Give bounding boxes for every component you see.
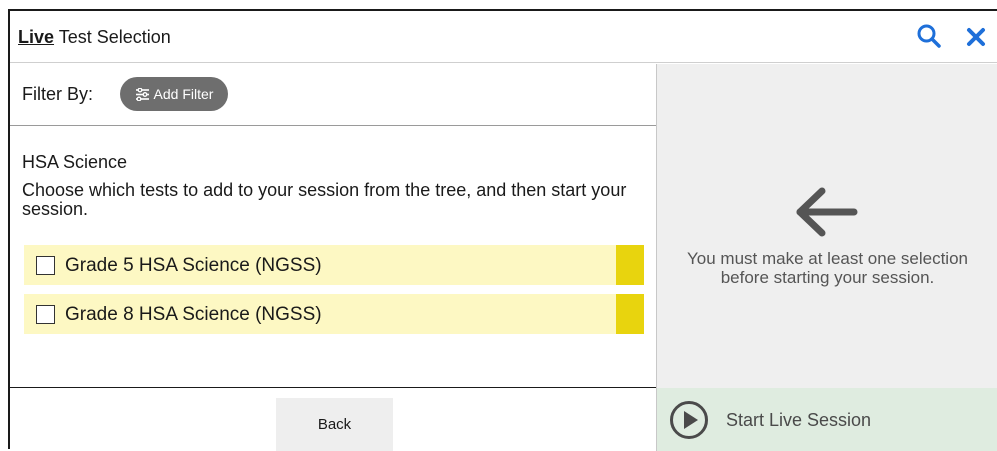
search-button[interactable] [916,23,942,49]
sliders-icon [135,87,149,101]
dialog-title: Live Test Selection [18,27,171,48]
filter-label: Filter By: [22,84,94,104]
title-rest: Test Selection [54,27,171,47]
test-checkbox[interactable] [36,305,55,324]
subject-title: HSA Science [22,152,128,172]
search-icon [917,24,941,48]
title-live: Live [18,27,55,47]
play-circle-icon [670,401,708,439]
test-checkbox[interactable] [36,256,55,275]
dialog-header: Live Test Selection [10,11,997,63]
start-live-session-label: Start Live Session [726,410,872,430]
close-icon [967,28,985,46]
close-button[interactable] [965,26,987,48]
arrow-left-icon [796,187,858,237]
test-row-grade-5[interactable]: Grade 5 HSA Science (NGSS) [24,245,644,285]
back-button[interactable]: Back [276,398,393,451]
footer-divider [10,387,656,388]
hint-line-1: You must make at least one selection [687,249,968,268]
add-filter-button[interactable]: Add Filter [120,77,228,111]
session-hint-panel: You must make at least one selection bef… [656,64,997,451]
test-tree-panel: Filter By: Add Filter HSA Science Choose… [10,64,656,451]
test-row-grade-8[interactable]: Grade 8 HSA Science (NGSS) [24,294,644,334]
test-row-accent [616,294,644,334]
test-selection-dialog: Live Test Selection Filter By: Add Filte… [8,9,997,451]
selection-hint: You must make at least one selection bef… [657,249,997,287]
hint-line-2: before starting your session. [720,268,935,287]
test-row-accent [616,245,644,285]
filter-bar: Filter By: Add Filter [10,64,656,126]
instructions-text: Choose which tests to add to your sessio… [22,180,627,219]
start-live-session-button[interactable]: Start Live Session [657,388,997,451]
test-label: Grade 5 HSA Science (NGSS) [65,255,322,276]
add-filter-label: Add Filter [153,86,214,102]
test-label: Grade 8 HSA Science (NGSS) [65,304,322,325]
